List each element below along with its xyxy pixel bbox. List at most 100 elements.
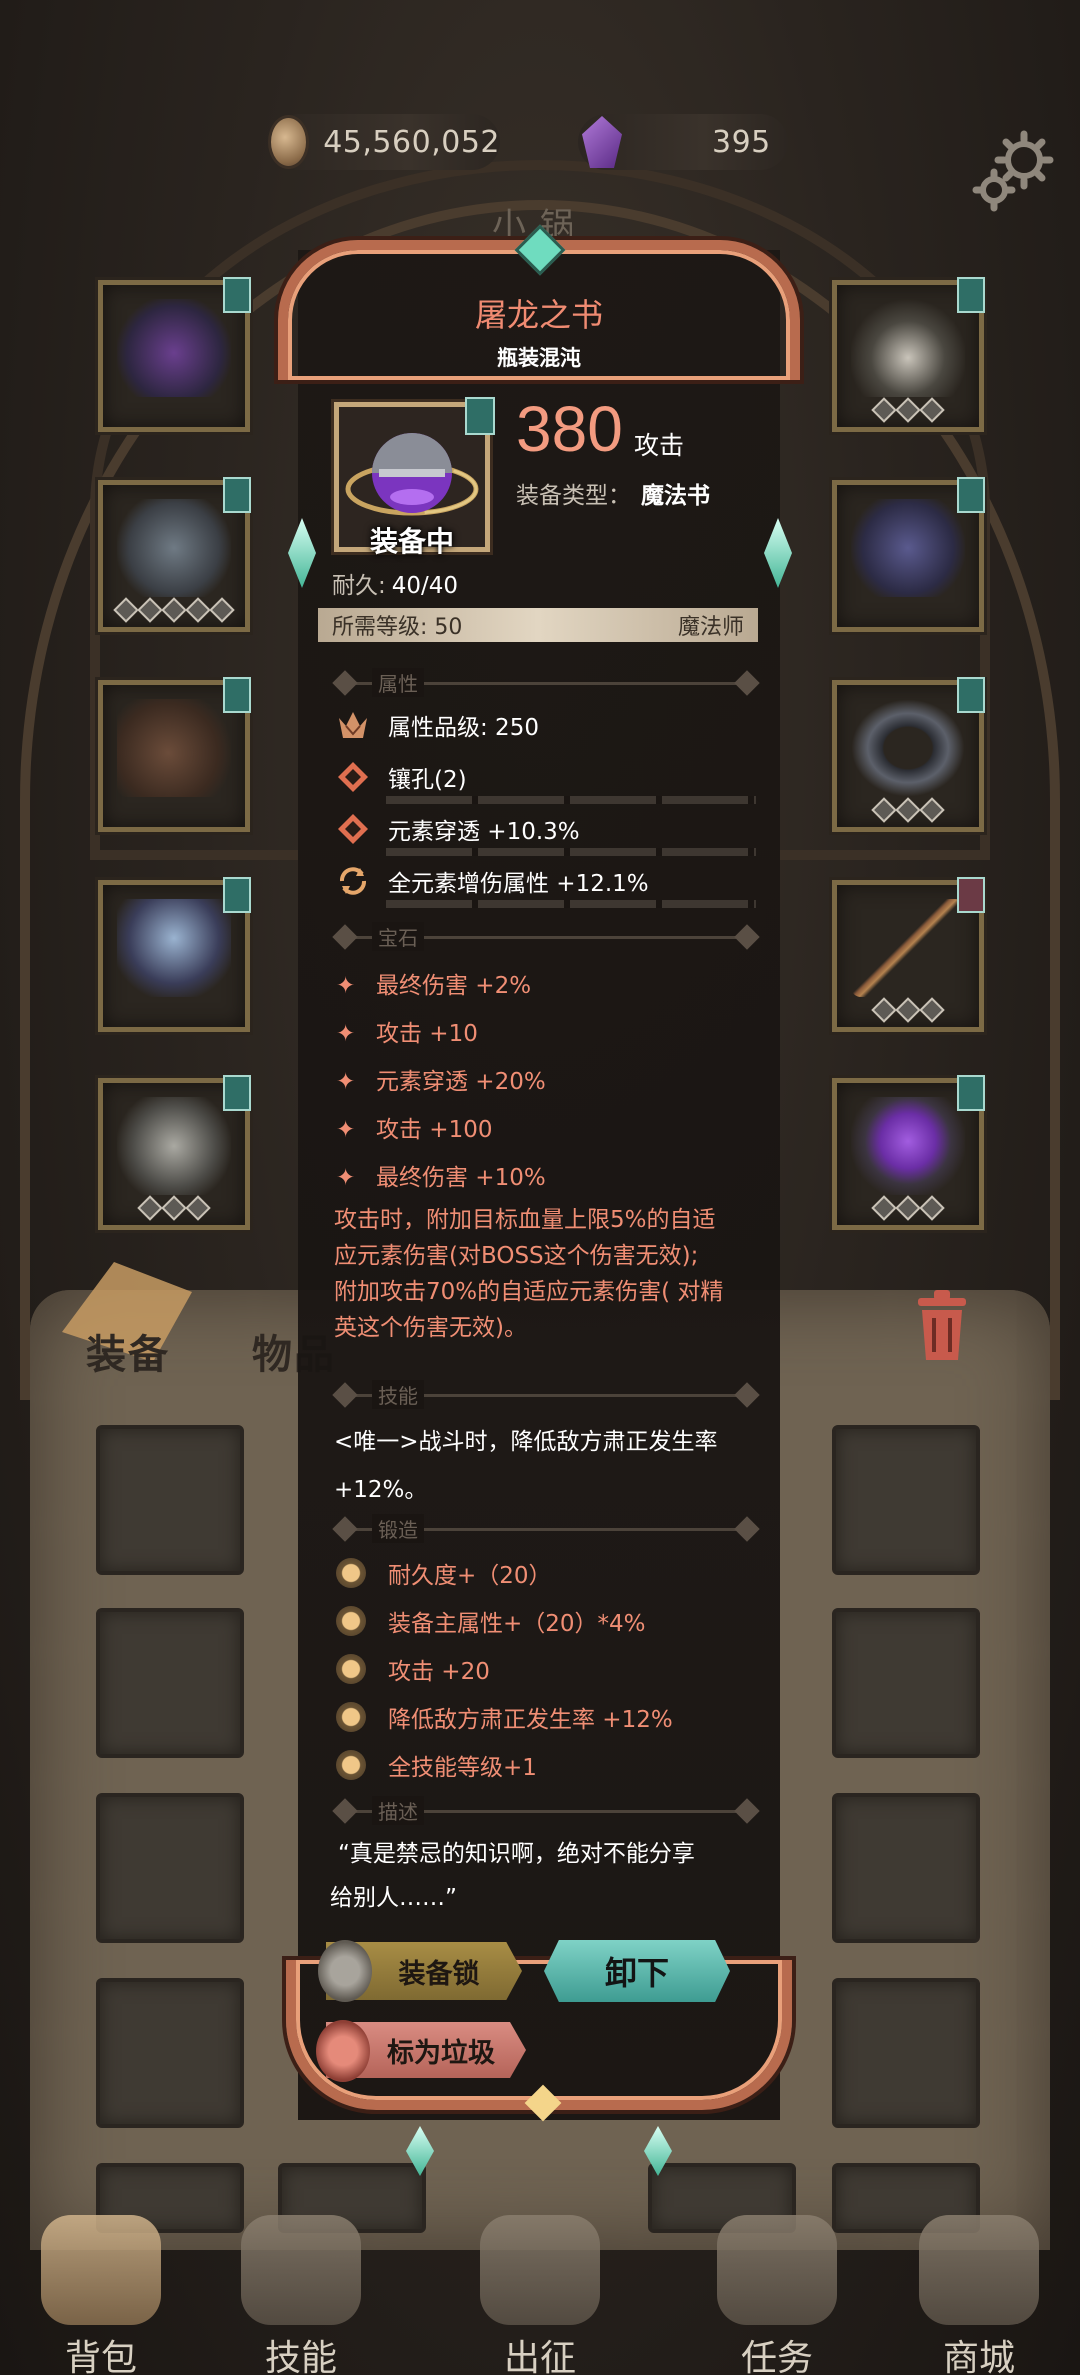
attribute-row: 元素穿透 +10.3% [336, 810, 756, 856]
equip-slot-belt[interactable] [98, 877, 251, 1032]
gem-effect-line: 英这个伤害无效)。 [334, 1315, 527, 1341]
attribute-underline [386, 796, 756, 804]
bag-slot[interactable] [832, 1793, 980, 1943]
equip-type: 装备类型： 魔法书 [516, 476, 710, 510]
socket-pips [837, 797, 979, 823]
gem-stat-text: 攻击 +10 [376, 1021, 478, 1047]
durability-value: 40/40 [391, 573, 459, 599]
bag-slot[interactable] [96, 1793, 244, 1943]
equip-slot-gloves[interactable] [98, 677, 251, 832]
trash-mark-icon [316, 2020, 370, 2082]
forge-stat-row: 攻击 +20 [336, 1652, 490, 1686]
attribute-row: 属性品级: 250 [336, 706, 756, 752]
attribute-text: 元素穿透 +10.3% [388, 819, 580, 845]
equip-slot-offhand[interactable] [832, 1075, 985, 1230]
requirement-bar: 所需等级: 50 魔法师 [318, 608, 758, 642]
sparkle-icon: ✦ [336, 1117, 356, 1143]
sparkle-icon: ✦ [336, 1165, 356, 1191]
gear-icon[interactable] [972, 128, 1056, 212]
forge-stat-text: 装备主属性+（20）*4% [388, 1611, 646, 1637]
equip-type-value: 魔法书 [641, 483, 710, 509]
equip-slot-weapon[interactable] [832, 877, 985, 1032]
forge-dot-icon [336, 1702, 366, 1732]
equip-slot-helmet[interactable] [98, 277, 251, 432]
bag-slot[interactable] [832, 1425, 980, 1575]
equip-slot-ring[interactable] [832, 677, 985, 832]
section-header-gems: 宝石 [332, 922, 760, 952]
nav-label: 商城 [942, 2338, 1015, 2375]
level-tag-icon [957, 277, 985, 313]
nav-quests[interactable]: 任务 [702, 2215, 852, 2375]
nav-label: 背包 [64, 2338, 137, 2375]
equip-slot-necklace[interactable] [832, 277, 985, 432]
nav-backpack[interactable]: 背包 [26, 2215, 176, 2375]
nav-battle[interactable]: 出征 [465, 2215, 615, 2375]
boots-icon [117, 1097, 231, 1195]
gem-stat-row: ✦ 元素穿透 +20% [336, 1062, 546, 1096]
bag-slot[interactable] [96, 1425, 244, 1575]
scroll-icon [717, 2215, 837, 2325]
forge-stat-text: 全技能等级+1 [388, 1755, 537, 1781]
gold-amount: 45,560,052 [323, 124, 500, 160]
unequip-label: 卸下 [604, 1954, 669, 1992]
bag-slot[interactable] [832, 1978, 980, 2128]
item-description: “真是禁忌的知识啊，绝对不能分享 给别人……” [330, 1832, 770, 1920]
attribute-text: 属性品级: 250 [388, 715, 539, 741]
padlock-icon [318, 1940, 372, 2002]
purple-gem-icon [582, 116, 622, 168]
equip-slot-boots[interactable] [98, 1075, 251, 1230]
level-tag-icon [223, 277, 251, 313]
skill-book-icon [241, 2215, 361, 2325]
bottled-chaos-icon [851, 1097, 965, 1195]
socket-icon [338, 814, 368, 844]
gold-counter: 45,560,052 [268, 114, 500, 170]
shop-icon [919, 2215, 1039, 2325]
gem-effect-line: 应元素伤害(对BOSS这个伤害无效); [334, 1243, 699, 1269]
socket-pips [103, 597, 245, 623]
equip-slot-bracer[interactable] [832, 477, 985, 632]
forge-stat-text: 降低敌方肃正发生率 +12% [388, 1707, 673, 1733]
section-title: 宝石 [372, 922, 424, 951]
bracer-icon [851, 499, 965, 597]
attribute-row: 镶孔(2) [336, 758, 756, 804]
section-title: 锻造 [372, 1514, 424, 1543]
skill-line: +12%。 [334, 1477, 428, 1503]
bag-slot[interactable] [96, 1608, 244, 1758]
level-tag-icon [957, 677, 985, 713]
section-title: 属性 [372, 668, 424, 697]
attribute-underline [386, 900, 756, 908]
mark-trash-label: 标为垃圾 [387, 2037, 495, 2069]
attack-value: 380 [516, 393, 623, 465]
forge-stat-row: 全技能等级+1 [336, 1748, 537, 1782]
attribute-underline [386, 848, 756, 856]
equipment-lock-label: 装备锁 [398, 1958, 480, 1990]
gem-stat-text: 攻击 +100 [376, 1117, 493, 1143]
socket-pips [103, 1195, 245, 1221]
coin-icon [268, 115, 310, 169]
forge-stat-text: 攻击 +20 [388, 1659, 490, 1685]
nav-skills[interactable]: 技能 [226, 2215, 376, 2375]
nav-label: 出征 [503, 2338, 576, 2375]
trash-can-icon[interactable] [914, 1290, 970, 1362]
cage-helmet-icon [117, 299, 231, 397]
ring-icon [851, 699, 965, 797]
section-title: 描述 [372, 1796, 424, 1825]
unequip-button[interactable]: 卸下 [544, 1940, 730, 2002]
gem-stat-row: ✦ 最终伤害 +2% [336, 966, 531, 1000]
forge-stat-row: 装备主属性+（20）*4% [336, 1604, 646, 1638]
required-class: 魔法师 [677, 615, 744, 640]
staff-icon [851, 899, 965, 997]
item-name: 屠龙之书 [474, 296, 603, 334]
tab-equipment[interactable]: 装备 [86, 1322, 170, 1380]
equip-slot-armor[interactable] [98, 477, 251, 632]
bag-slot[interactable] [96, 1978, 244, 2128]
forge-stat-row: 降低敌方肃正发生率 +12% [336, 1700, 673, 1734]
gem-stat-text: 元素穿透 +20% [376, 1069, 546, 1095]
bag-slot[interactable] [832, 1608, 980, 1758]
level-tag-icon [223, 677, 251, 713]
nav-shop[interactable]: 商城 [904, 2215, 1054, 2375]
skirt-belt-icon [117, 899, 231, 997]
forge-dot-icon [336, 1750, 366, 1780]
gem-stat-row: ✦ 最终伤害 +10% [336, 1158, 546, 1192]
socket-pips [837, 1195, 979, 1221]
